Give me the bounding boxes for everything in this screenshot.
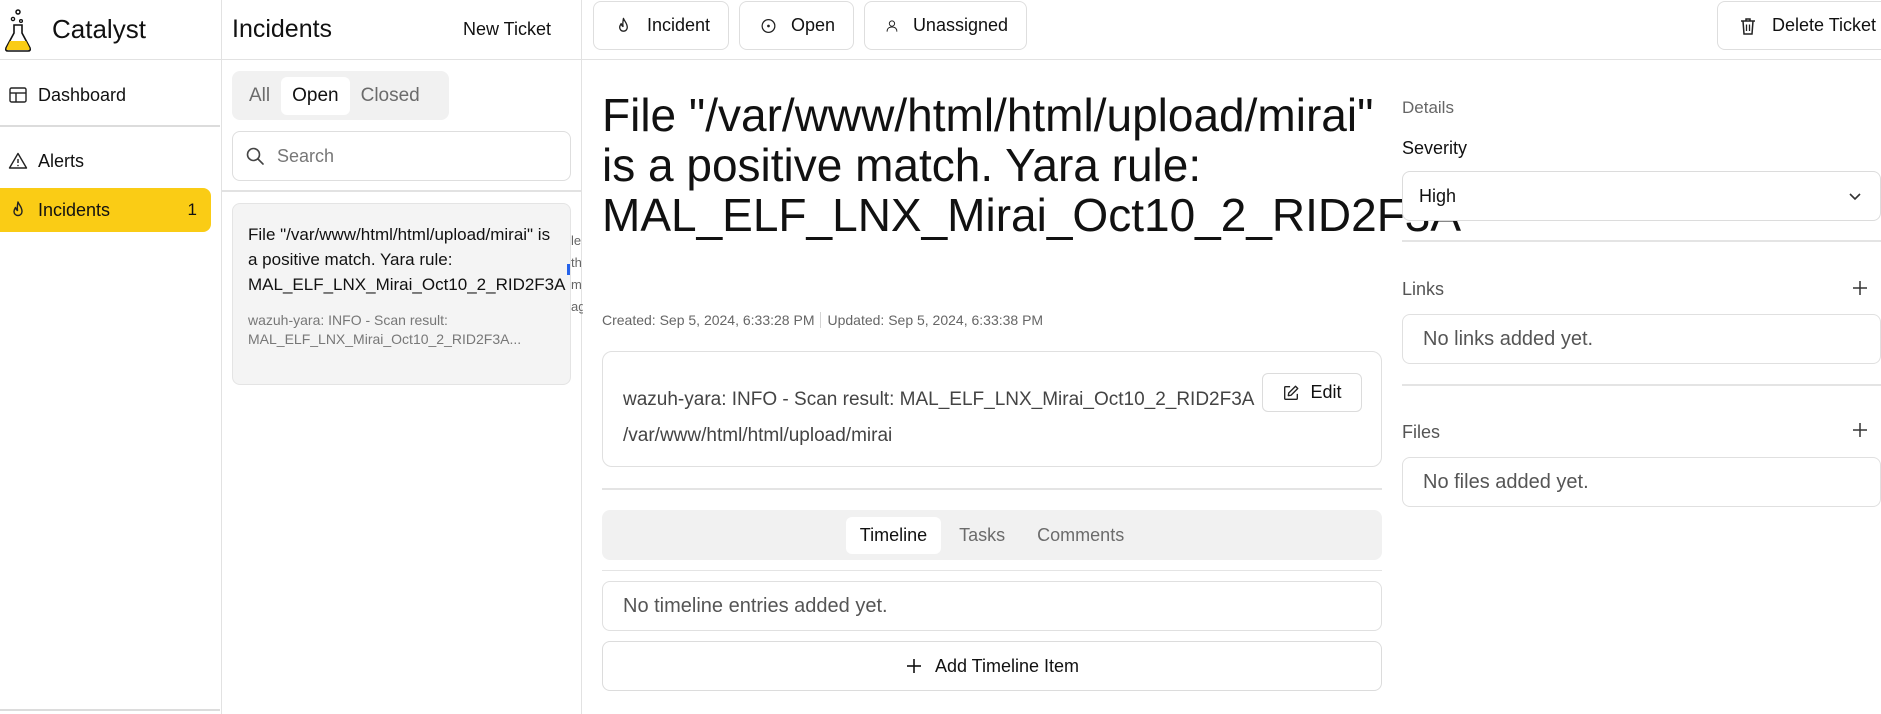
add-timeline-item-label: Add Timeline Item xyxy=(934,655,1080,676)
trash-icon xyxy=(1741,17,1755,35)
chevron-down-icon xyxy=(1849,193,1861,201)
filter-tab-closed[interactable]: Closed xyxy=(350,77,431,115)
updated-timestamp: Updated: Sep 5, 2024, 6:33:38 PM xyxy=(827,312,1044,328)
search-box xyxy=(232,131,571,181)
new-ticket-button[interactable]: New Ticket xyxy=(463,19,551,40)
edit-icon xyxy=(1284,385,1299,400)
ticket-description-card: wazuh-yara: INFO - Scan result: MAL_ELF_… xyxy=(602,351,1382,467)
search-icon xyxy=(246,147,264,165)
ticket-owner-button[interactable]: Unassigned xyxy=(864,1,1027,50)
nav-item-label: Incidents xyxy=(38,199,111,220)
divider xyxy=(820,312,822,328)
filter-tab-all[interactable]: All xyxy=(238,77,281,115)
ticket-toolbar: Incident Open Unassigned Delete Ticket xyxy=(582,0,1881,60)
nav-item-incidents[interactable]: Incidents 1 xyxy=(0,188,211,232)
ticket-list-panel: Incidents New Ticket All Open Closed Fil… xyxy=(222,0,583,714)
add-timeline-item-button[interactable]: Add Timeline Item xyxy=(602,641,1382,691)
incident-count-badge: 1 xyxy=(187,200,197,219)
dashboard-icon xyxy=(9,87,27,103)
status-filter-tabs: All Open Closed xyxy=(232,71,449,120)
severity-label: Severity xyxy=(1402,138,1468,158)
filter-tab-open[interactable]: Open xyxy=(281,76,350,115)
ticket-list-header: Incidents New Ticket xyxy=(222,0,581,60)
tab-tasks[interactable]: Tasks xyxy=(945,517,1019,554)
ticket-description: wazuh-yara: INFO - Scan result: MAL_ELF_… xyxy=(623,389,1254,446)
ticket-status-label: Open xyxy=(790,15,835,35)
ticket-list-title: Incidents xyxy=(232,15,333,43)
ticket-type-label: Incident xyxy=(646,15,710,35)
add-link-icon[interactable] xyxy=(1851,279,1869,297)
divider xyxy=(0,709,220,711)
ticket-timestamps: Created: Sep 5, 2024, 6:33:28 PM Updated… xyxy=(602,312,1043,328)
details-section-label: Details xyxy=(1402,98,1454,117)
app-name: Catalyst xyxy=(52,14,146,44)
ticket-item-description: wazuh-yara: INFO - Scan result: MAL_ELF_… xyxy=(248,312,522,347)
divider xyxy=(222,190,582,192)
severity-value: High xyxy=(1419,185,1457,206)
resize-handle[interactable] xyxy=(567,264,570,275)
clipped-text: le th m ag xyxy=(571,233,583,314)
brand[interactable]: Catalyst xyxy=(0,0,221,60)
files-empty-state: No files added yet. xyxy=(1402,457,1881,507)
tab-timeline[interactable]: Timeline xyxy=(845,516,942,554)
ticket-list-item[interactable]: File "/var/www/html/html/upload/mirai" i… xyxy=(232,203,571,385)
ticket-owner-label: Unassigned xyxy=(912,15,1008,35)
divider xyxy=(1402,240,1881,242)
user-icon xyxy=(886,19,898,32)
divider xyxy=(602,488,1382,490)
tab-comments[interactable]: Comments xyxy=(1023,517,1138,554)
edit-label: Edit xyxy=(1310,382,1342,402)
circle-dot-icon xyxy=(761,18,776,33)
flame-icon xyxy=(13,201,23,217)
divider xyxy=(1402,384,1881,386)
flame-icon xyxy=(619,17,628,32)
sidebar-nav: Catalyst Dashboard Alerts Incidents 1 xyxy=(0,0,222,714)
ticket-item-title: File "/var/www/html/html/upload/mirai" i… xyxy=(248,225,566,294)
flask-icon xyxy=(4,8,32,52)
ticket-type-button[interactable]: Incident xyxy=(593,1,729,50)
links-section-title: Links xyxy=(1402,279,1445,299)
divider xyxy=(602,570,1382,571)
timeline-empty-state: No timeline entries added yet. xyxy=(602,581,1382,631)
delete-ticket-button[interactable]: Delete Ticket xyxy=(1717,1,1881,50)
severity-select[interactable]: High xyxy=(1402,171,1881,221)
edit-description-button[interactable]: Edit xyxy=(1262,373,1362,412)
created-timestamp: Created: Sep 5, 2024, 6:33:28 PM xyxy=(602,312,815,328)
plus-icon xyxy=(906,659,921,673)
nav-item-label: Alerts xyxy=(38,150,85,171)
nav-item-label: Dashboard xyxy=(38,84,127,105)
nav-item-alerts[interactable]: Alerts xyxy=(0,139,220,183)
ticket-tabs: Timeline Tasks Comments xyxy=(602,510,1382,560)
files-section-title: Files xyxy=(1402,422,1441,442)
alert-triangle-icon xyxy=(8,152,28,169)
nav-item-dashboard[interactable]: Dashboard xyxy=(0,73,220,117)
divider xyxy=(0,125,220,127)
links-empty-state: No links added yet. xyxy=(1402,314,1881,364)
delete-ticket-label: Delete Ticket xyxy=(1772,15,1877,35)
ticket-status-button[interactable]: Open xyxy=(739,1,854,50)
search-input[interactable] xyxy=(277,145,557,167)
ticket-title: File "/var/www/html/html/upload/mirai" i… xyxy=(602,89,1462,241)
add-file-icon[interactable] xyxy=(1851,421,1869,439)
